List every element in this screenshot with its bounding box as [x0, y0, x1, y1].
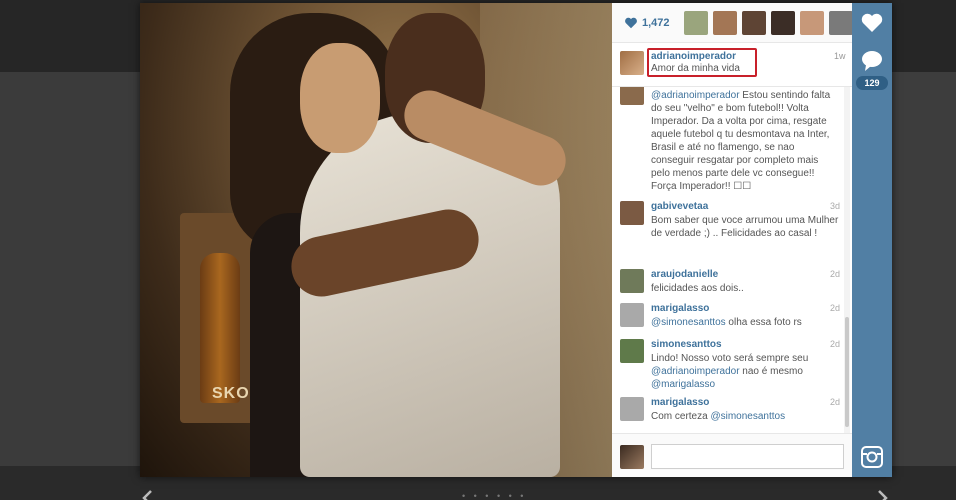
- comment-text-segment: olha essa foto rs: [725, 317, 802, 328]
- likes-bar: 1,472: [612, 3, 853, 43]
- liker-avatar[interactable]: [713, 11, 737, 35]
- liker-avatar[interactable]: [742, 11, 766, 35]
- comment-text: Bom saber que voce arrumou uma Mulher de…: [651, 214, 839, 240]
- instagram-icon[interactable]: [860, 445, 884, 469]
- comment-mention[interactable]: @adrianoimperador: [651, 90, 740, 101]
- comment-text: Com certeza @simonesanttos: [651, 410, 839, 423]
- comment-bar: [612, 433, 852, 477]
- post-caption: adrianoimperador Amor da minha vida 1w: [612, 43, 852, 87]
- comment-username[interactable]: simonesanttos: [651, 339, 722, 350]
- comment-username[interactable]: marigalasso: [651, 397, 709, 408]
- comment-text: felicidades aos dois..: [651, 282, 839, 295]
- left-arrow-icon[interactable]: [138, 488, 158, 500]
- comment-mention[interactable]: @marigalasso: [651, 379, 715, 390]
- comment-username[interactable]: marigalasso: [651, 303, 709, 314]
- comment-time: 2d: [830, 339, 841, 349]
- liker-avatar[interactable]: [829, 11, 853, 35]
- comment-mention[interactable]: @adrianoimperador: [651, 366, 740, 377]
- like-button[interactable]: [860, 11, 884, 35]
- action-rail: 129: [852, 3, 892, 477]
- comment-time: 2d: [830, 397, 841, 407]
- comment-text: @adrianoimperador Estou sentindo falta d…: [651, 89, 839, 193]
- comment-text-segment: Bom saber que voce arrumou uma Mulher de…: [651, 215, 839, 239]
- liker-avatar[interactable]: [771, 11, 795, 35]
- scroll-thumb[interactable]: [845, 317, 849, 427]
- comment-time: 2d: [830, 303, 841, 313]
- comment-text-segment: Lindo! Nosso voto será sempre seu: [651, 353, 809, 364]
- comment-text-segment: Estou sentindo falta do seu "velho" e bo…: [651, 90, 831, 192]
- photo-bottle: [200, 253, 240, 403]
- avatar: [620, 445, 644, 469]
- comments-scrollbar[interactable]: [844, 87, 850, 433]
- caption-username[interactable]: adrianoimperador: [651, 51, 736, 62]
- right-arrow-icon[interactable]: [872, 488, 892, 500]
- comment-time: 2d: [830, 269, 841, 279]
- comment-mention[interactable]: @simonesanttos: [651, 317, 726, 328]
- comments-list: @adrianoimperador Estou sentindo falta d…: [612, 87, 852, 433]
- avatar[interactable]: [620, 87, 644, 105]
- background-left-panel: [0, 72, 140, 466]
- photo-face: [300, 43, 380, 153]
- avatar[interactable]: [620, 269, 644, 293]
- comment-icon[interactable]: [860, 49, 884, 73]
- liker-avatar[interactable]: [684, 11, 708, 35]
- avatar[interactable]: [620, 397, 644, 421]
- photo-lightbox: SKOL 1,472 adrianoimperador Amor da minh…: [140, 3, 892, 477]
- comment-text: @simonesanttos olha essa foto rs: [651, 316, 839, 329]
- avatar[interactable]: [620, 339, 644, 363]
- comment-text-segment: Com certeza: [651, 411, 711, 422]
- comment-mention[interactable]: @simonesanttos: [710, 411, 785, 422]
- comment-text-segment: felicidades aos dois..: [651, 283, 744, 294]
- comment-input[interactable]: [651, 444, 844, 469]
- caption-text: Amor da minha vida: [651, 63, 740, 74]
- caption-time: 1w: [834, 51, 846, 61]
- comment-username[interactable]: gabivevetaa: [651, 201, 708, 212]
- comment-username[interactable]: araujodanielle: [651, 269, 718, 280]
- heart-icon[interactable]: [624, 16, 638, 30]
- liker-avatar[interactable]: [800, 11, 824, 35]
- post-photo[interactable]: SKOL: [140, 3, 612, 477]
- likes-count[interactable]: 1,472: [642, 17, 670, 29]
- pagination-dots: • • • • • •: [462, 491, 527, 500]
- background-right-panel: [892, 72, 956, 466]
- post-sidebar: 1,472 adrianoimperador Amor da minha vid…: [612, 3, 853, 477]
- comment-time: 3d: [830, 201, 841, 211]
- avatar[interactable]: [620, 51, 644, 75]
- avatar[interactable]: [620, 303, 644, 327]
- avatar[interactable]: [620, 201, 644, 225]
- comment-text-segment: nao é mesmo: [739, 366, 803, 377]
- comment-text: Lindo! Nosso voto será sempre seu @adria…: [651, 352, 839, 391]
- comment-count-badge: 129: [856, 76, 888, 90]
